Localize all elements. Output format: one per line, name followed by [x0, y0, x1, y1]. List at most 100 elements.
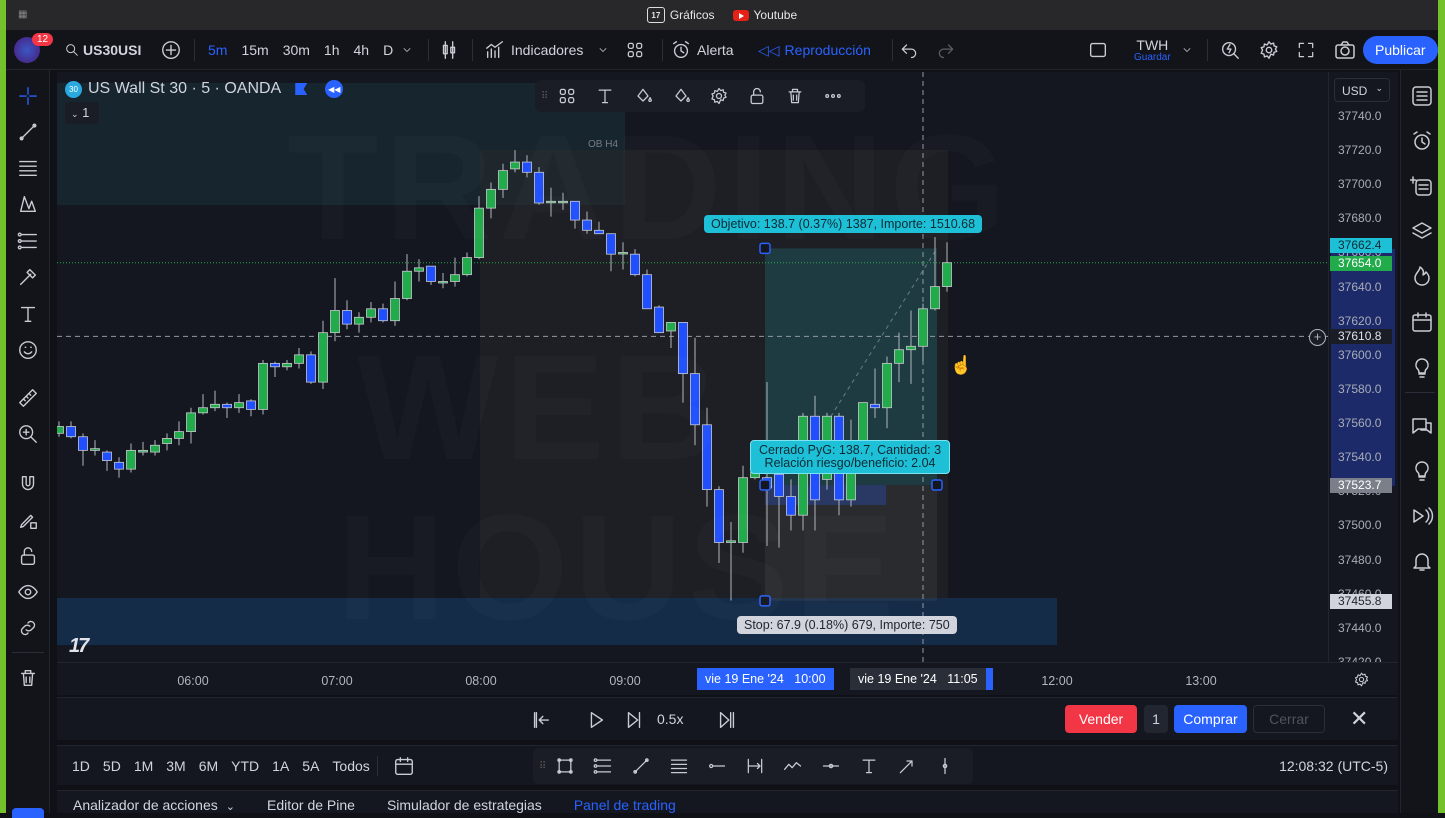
add-template-icon[interactable]	[557, 86, 577, 106]
horizontal-ray-tool-icon[interactable]	[707, 756, 727, 776]
chart-type-candles-icon[interactable]	[438, 39, 460, 61]
trend-line-icon[interactable]	[17, 121, 39, 143]
play-sound-icon[interactable]	[1410, 504, 1434, 528]
range-ytd[interactable]: YTD	[231, 758, 259, 774]
trend-line-tool-icon[interactable]	[631, 756, 651, 776]
vertical-line-tool-icon[interactable]	[935, 756, 955, 776]
bottom-tab[interactable]: Panel de trading	[574, 797, 676, 813]
fill-color-icon[interactable]	[633, 86, 653, 106]
fib-tool-icon[interactable]	[593, 756, 613, 776]
symbol-search[interactable]: US30USI	[64, 30, 141, 70]
close-position-button[interactable]: Cerrar	[1253, 705, 1325, 733]
panel-toggle-button[interactable]	[12, 808, 44, 818]
position-handle[interactable]	[931, 479, 943, 491]
border-color-icon[interactable]	[671, 86, 691, 106]
range-1m[interactable]: 1M	[134, 758, 153, 774]
alerts-clock-icon[interactable]	[1410, 129, 1434, 153]
fib-retracement-icon[interactable]	[17, 230, 39, 252]
replay-speed-button[interactable]: 0.5x	[657, 711, 683, 727]
date-range-tool-icon[interactable]	[745, 756, 765, 776]
chevron-down-icon[interactable]	[1181, 44, 1193, 56]
chart-pane[interactable]: TRADING WEB HOUSE 30 US Wall St 30 · 5 ·…	[57, 72, 1328, 662]
interval-1h[interactable]: 1h	[324, 42, 340, 58]
user-avatar[interactable]: 12	[14, 30, 54, 70]
ideas-lightbulb-icon[interactable]	[1410, 356, 1434, 380]
undo-icon[interactable]	[899, 40, 919, 60]
interval-15m[interactable]: 15m	[241, 42, 268, 58]
brush-icon[interactable]	[17, 266, 39, 288]
bottom-tab[interactable]: Simulador de estrategias	[387, 797, 542, 813]
chart-legend[interactable]: 30 US Wall St 30 · 5 · OANDA ◀◀	[65, 80, 344, 98]
range-1a[interactable]: 1A	[272, 758, 289, 774]
clock-timezone[interactable]: 12:08:32 (UTC-5)	[1279, 758, 1388, 774]
buy-button[interactable]: Comprar	[1174, 705, 1247, 733]
alert-button[interactable]: Alerta	[670, 30, 734, 70]
tab-youtube[interactable]: Youtube	[732, 8, 797, 22]
horizontal-lines-icon[interactable]	[17, 157, 39, 179]
gear-icon[interactable]	[709, 86, 729, 106]
hotlist-fire-icon[interactable]	[1410, 264, 1434, 288]
apps-grid-icon[interactable]: ▦	[18, 9, 27, 20]
news-list-icon[interactable]	[1410, 174, 1434, 198]
bottom-tab[interactable]: Analizador de acciones	[73, 797, 218, 813]
rectangle-tool-icon[interactable]	[555, 756, 575, 776]
drag-handle-icon[interactable]: ⠿	[541, 91, 548, 102]
interval-D[interactable]: D	[383, 42, 393, 58]
select-bar-icon[interactable]	[530, 709, 552, 731]
range-3m[interactable]: 3M	[166, 758, 185, 774]
streams-icon[interactable]	[1410, 459, 1434, 483]
interval-4h[interactable]: 4h	[354, 42, 370, 58]
range-todos[interactable]: Todos	[332, 758, 369, 774]
link-icon[interactable]	[17, 617, 39, 639]
calendar-icon[interactable]	[1410, 310, 1434, 334]
redo-icon[interactable]	[936, 40, 956, 60]
add-price-line-icon[interactable]: +	[1309, 329, 1326, 346]
gear-icon[interactable]	[1258, 39, 1280, 61]
chat-icon[interactable]	[1410, 415, 1434, 439]
replay-rewind-icon[interactable]: ◀◀	[325, 80, 344, 98]
more-icon[interactable]	[823, 86, 843, 106]
path-tool-icon[interactable]	[783, 756, 803, 776]
trash-icon[interactable]	[785, 86, 805, 106]
layouts-grid-icon[interactable]	[625, 40, 645, 60]
text-icon[interactable]	[17, 303, 39, 325]
indicators-collapse-button[interactable]: ⌄ 1	[65, 102, 99, 124]
compare-symbol-icon[interactable]	[160, 39, 182, 61]
play-icon[interactable]	[585, 709, 607, 731]
magnet-icon[interactable]	[17, 473, 39, 495]
layout-name-button[interactable]: TWH Guardar	[1134, 30, 1171, 70]
bell-icon[interactable]	[1410, 549, 1434, 573]
emoji-icon[interactable]	[17, 339, 39, 361]
chevron-down-icon[interactable]	[401, 44, 413, 56]
layout-square-icon[interactable]	[1087, 39, 1109, 61]
horizontal-line-tool-icon[interactable]	[821, 756, 841, 776]
replay-button[interactable]: ◁◁ Reproducción	[758, 30, 871, 70]
bottom-tab[interactable]: Editor de Pine	[267, 797, 355, 813]
indicators-button[interactable]: Indicadores	[484, 30, 609, 70]
currency-selector[interactable]: USD ⌄	[1334, 78, 1390, 102]
ruler-icon[interactable]	[17, 387, 39, 409]
flag-icon[interactable]	[295, 83, 308, 95]
sell-button[interactable]: Vender	[1065, 705, 1137, 733]
zoom-in-icon[interactable]	[17, 423, 39, 445]
pattern-icon[interactable]	[17, 193, 39, 215]
time-axis[interactable]: 06:00 07:00 08:00 09:00 12:00 13:00 vie 19 En…	[57, 662, 1398, 695]
quantity-field[interactable]: 1	[1144, 705, 1168, 733]
interval-30m[interactable]: 30m	[283, 42, 310, 58]
lock-drawing-mode-icon[interactable]	[17, 509, 39, 531]
jump-to-realtime-icon[interactable]	[716, 709, 738, 731]
arrow-tool-icon[interactable]	[897, 756, 917, 776]
fullscreen-icon[interactable]	[1296, 40, 1316, 60]
go-to-date-icon[interactable]	[393, 755, 415, 777]
close-replay-icon[interactable]: ✕	[1350, 706, 1368, 732]
tab-graficos[interactable]: 17 Gráficos	[646, 7, 715, 23]
trash-icon[interactable]	[17, 667, 39, 689]
range-1d[interactable]: 1D	[72, 758, 90, 774]
unlock-icon[interactable]	[747, 86, 767, 106]
price-axis[interactable]: USD⌄ 37740.037720.037700.037680.037660.0…	[1328, 72, 1398, 669]
publish-button[interactable]: Publicar	[1363, 36, 1438, 64]
step-forward-icon[interactable]	[623, 709, 645, 731]
text-tool-icon[interactable]	[859, 756, 879, 776]
lock-icon[interactable]	[17, 545, 39, 567]
eye-icon[interactable]	[17, 581, 39, 603]
